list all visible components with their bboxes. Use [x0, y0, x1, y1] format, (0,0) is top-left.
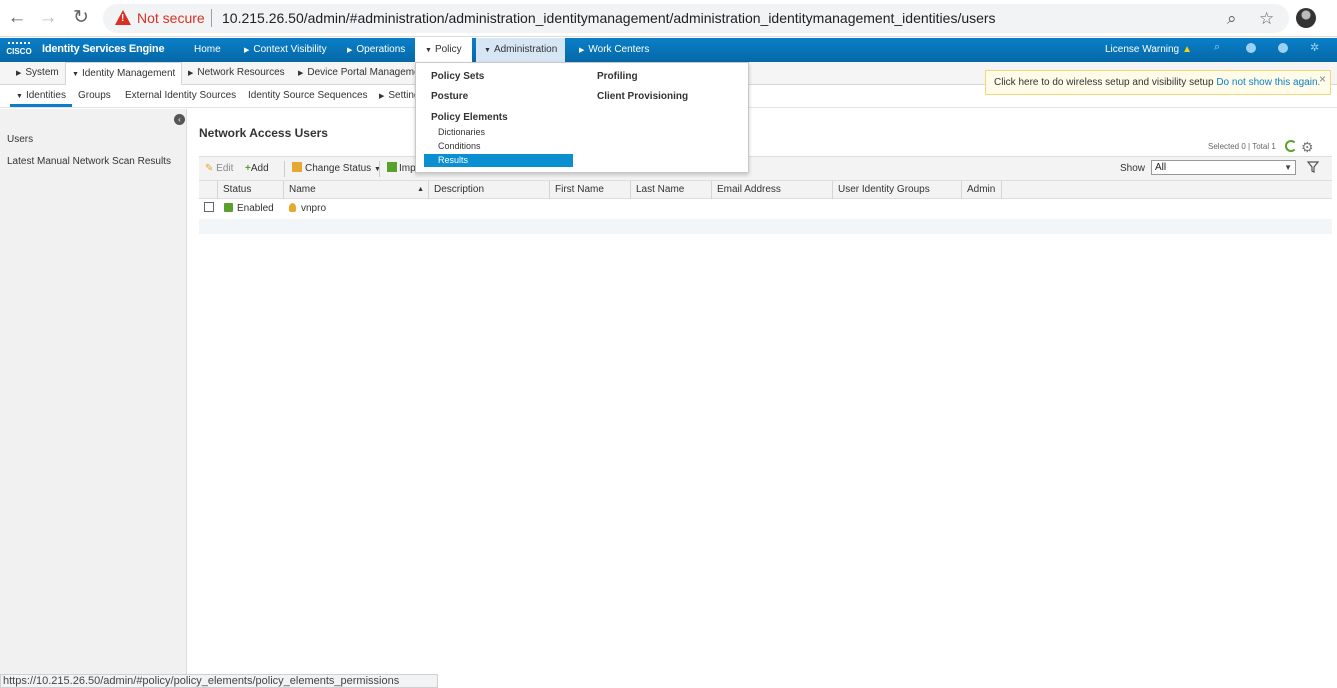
settings-gear-icon[interactable]: ⚙	[1301, 139, 1314, 156]
tab-settings[interactable]: ▶Settings	[379, 85, 415, 107]
menu-item-results[interactable]: Results	[424, 154, 573, 167]
nav-administration[interactable]: ▼ Administration	[476, 38, 566, 62]
tab-groups[interactable]: Groups	[78, 85, 111, 107]
caret-right-icon: ▶	[298, 70, 304, 77]
nav-operations[interactable]: ▶ Operations	[347, 38, 405, 62]
chevron-down-icon: ▼	[1284, 163, 1292, 172]
nav-policy[interactable]: ▼ Policy	[415, 38, 472, 62]
help-icon[interactable]	[1246, 43, 1256, 53]
change-status-button[interactable]: Change Status ▼	[292, 157, 381, 181]
product-name: Identity Services Engine	[42, 43, 165, 55]
url-separator	[211, 9, 212, 27]
security-label[interactable]: Not secure	[137, 10, 205, 26]
caret-right-icon: ▶	[188, 70, 194, 77]
tab-identity-management[interactable]: ▼ Identity Management	[65, 62, 183, 85]
sidebar: ‹ Users Latest Manual Network Scan Resul…	[0, 109, 187, 683]
user-icon	[289, 203, 296, 212]
column-user-identity-groups[interactable]: User Identity Groups	[832, 181, 961, 199]
row-checkbox[interactable]	[204, 202, 214, 212]
sidebar-item-users[interactable]: Users	[7, 134, 33, 145]
sidebar-item-network-scan-results[interactable]: Latest Manual Network Scan Results	[7, 156, 171, 167]
nav-home[interactable]: Home	[194, 38, 221, 62]
browser-toolbar: ← → ↻ Not secure 10.215.26.50/admin/#adm…	[0, 0, 1337, 37]
caret-right-icon: ▶	[579, 47, 585, 54]
selection-count: Selected 0 | Total 1	[1208, 142, 1276, 151]
collapse-sidebar-icon[interactable]: ‹	[174, 114, 185, 125]
top-navigation: CISCO Identity Services Engine Home ▶ Con…	[0, 38, 1337, 62]
cell-status: Enabled	[224, 199, 274, 219]
toolbar-divider	[379, 161, 380, 177]
caret-right-icon: ▶	[244, 47, 250, 54]
refresh-icon[interactable]	[1285, 140, 1297, 152]
menu-item-policy-sets[interactable]: Policy Sets	[431, 71, 484, 82]
warning-triangle-icon: ▲	[1182, 44, 1193, 55]
notification-icon[interactable]	[1278, 43, 1288, 53]
grid-header: Status Name ▲ Description First Name Last…	[199, 181, 1332, 199]
license-warning[interactable]: License Warning ▲	[1105, 44, 1192, 55]
pencil-icon: ✎	[205, 163, 214, 174]
show-label: Show	[1120, 163, 1146, 174]
import-icon	[387, 162, 397, 172]
column-first-name[interactable]: First Name	[549, 181, 630, 199]
back-button[interactable]: ←	[6, 7, 28, 29]
tab-external-identity-sources[interactable]: External Identity Sources	[125, 85, 236, 107]
caret-down-icon: ▼	[72, 71, 79, 78]
forward-button[interactable]: →	[37, 7, 59, 29]
banner-text[interactable]: Click here to do wireless setup and visi…	[994, 77, 1214, 88]
table-row-empty	[199, 219, 1332, 234]
nav-work-centers[interactable]: ▶ Work Centers	[579, 38, 649, 62]
link-status-bar: https://10.215.26.50/admin/#policy/polic…	[0, 674, 438, 688]
column-last-name[interactable]: Last Name	[630, 181, 711, 199]
sort-ascending-icon: ▲	[417, 186, 424, 193]
address-bar[interactable]: Not secure 10.215.26.50/admin/#administr…	[103, 4, 1289, 33]
column-description[interactable]: Description	[428, 181, 549, 199]
show-filter-select[interactable]: All ▼	[1151, 160, 1296, 175]
caret-down-icon: ▼	[425, 47, 432, 54]
edit-button[interactable]: ✎ Edit	[205, 157, 233, 181]
warning-icon[interactable]	[115, 10, 131, 25]
caret-right-icon: ▶	[347, 47, 353, 54]
profile-avatar[interactable]	[1296, 8, 1316, 28]
column-name[interactable]: Name ▲	[283, 181, 428, 199]
close-icon[interactable]: ×	[1319, 68, 1326, 91]
import-button[interactable]: Import	[387, 157, 415, 181]
cell-name[interactable]: vnpro	[289, 199, 326, 219]
menu-item-profiling[interactable]: Profiling	[597, 71, 638, 82]
caret-right-icon: ▶	[379, 93, 385, 100]
search-icon[interactable]: ⌕	[1214, 41, 1224, 53]
tab-identities[interactable]: ▼ Identities	[10, 85, 72, 107]
policy-dropdown-menu: Policy Sets Posture Policy Elements Dict…	[415, 62, 749, 173]
caret-down-icon: ▼	[16, 93, 23, 100]
menu-item-client-provisioning[interactable]: Client Provisioning	[597, 91, 688, 102]
tab-identity-source-sequences[interactable]: Identity Source Sequences	[248, 85, 368, 107]
caret-down-icon: ▼	[484, 47, 491, 54]
column-status[interactable]: Status	[217, 181, 283, 199]
menu-item-conditions[interactable]: Conditions	[438, 141, 481, 151]
tab-device-portal-management[interactable]: ▶Device Portal Management	[298, 62, 415, 85]
caret-right-icon: ▶	[16, 70, 22, 77]
menu-item-policy-elements[interactable]: Policy Elements	[431, 112, 508, 123]
filter-icon[interactable]	[1307, 161, 1319, 173]
url-text[interactable]: 10.215.26.50/admin/#administration/admin…	[222, 10, 996, 26]
gear-icon[interactable]: ✲	[1310, 41, 1320, 54]
star-icon[interactable]: ☆	[1259, 9, 1274, 29]
nav-context-visibility[interactable]: ▶ Context Visibility	[244, 38, 327, 62]
menu-item-posture[interactable]: Posture	[431, 91, 468, 102]
status-icon	[292, 162, 302, 172]
toolbar-divider	[284, 161, 285, 177]
tab-system[interactable]: ▶ System	[16, 62, 59, 85]
tab-network-resources[interactable]: ▶ Network Resources	[188, 62, 285, 85]
setup-banner[interactable]: Click here to do wireless setup and visi…	[985, 70, 1331, 95]
table-row[interactable]: Enabled vnpro	[199, 199, 1332, 219]
cisco-logo: CISCO	[6, 42, 32, 57]
reload-button[interactable]: ↻	[70, 7, 92, 29]
menu-item-dictionaries[interactable]: Dictionaries	[438, 127, 485, 137]
zoom-icon[interactable]: ⌕	[1227, 9, 1237, 29]
column-email-address[interactable]: Email Address	[711, 181, 832, 199]
page-title: Network Access Users	[199, 126, 328, 140]
enabled-check-icon	[224, 203, 233, 212]
add-button[interactable]: +Add	[245, 157, 269, 181]
column-admin[interactable]: Admin	[961, 181, 1002, 199]
dismiss-link[interactable]: Do not show this again.	[1216, 77, 1320, 88]
